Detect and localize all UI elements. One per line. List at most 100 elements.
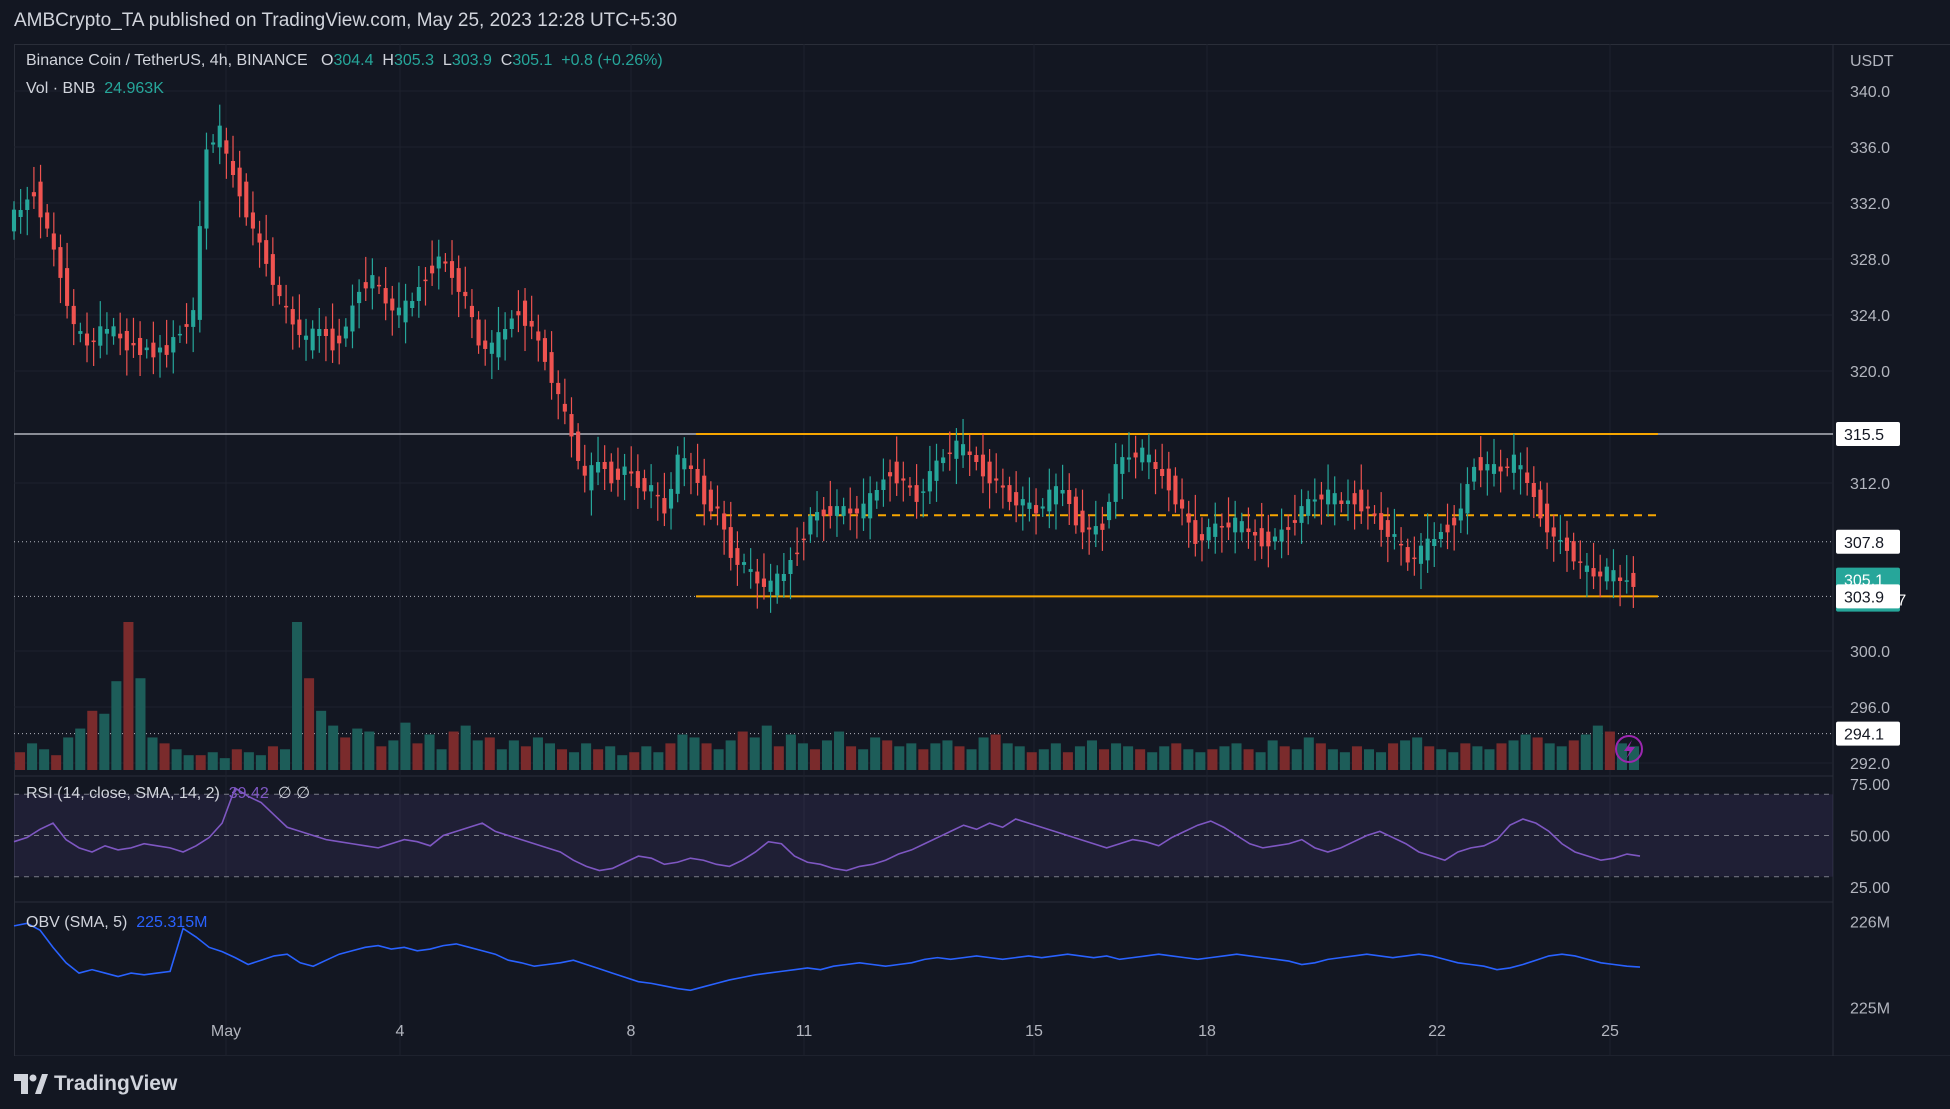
candle-body [1160,469,1165,476]
chart-canvas[interactable]: May 4 8 11 15 18 22 25 340.0 336.0 332.0 328.0 324.0… [0,0,1950,1109]
candle-body [907,485,913,488]
rsi-tick-label: 50.00 [1850,829,1890,846]
candle-body [1213,523,1218,537]
candle-body [1571,541,1576,562]
candle-body [821,509,826,516]
candle-body [1140,447,1145,463]
volume-bar [147,737,158,770]
volume-bar [1159,746,1170,770]
candle-body [615,468,621,480]
candle-body [556,382,561,395]
volume-label[interactable]: Vol · BNB [26,80,95,97]
volume-bar [1460,743,1471,770]
volume-bar [424,734,435,770]
candle-body [1551,527,1556,537]
candle-body [1611,570,1616,582]
volume-bar [641,746,652,770]
rsi-legend[interactable]: RSI (14, close, SMA, 14, 2) 39.42 ∅ ∅ [26,783,310,803]
candle-body [363,282,368,289]
candle-body [1060,490,1065,494]
candle-body [277,284,282,297]
volume-legend[interactable]: Vol · BNB 24.963K [26,80,164,98]
volume-bar [1339,752,1350,770]
candle-body [1345,500,1351,504]
volume-bar [304,678,315,770]
low-label: L [442,52,452,69]
candle-body [284,305,289,308]
candle-body [1100,523,1105,530]
candle-body [569,414,574,437]
candle-body [881,479,886,490]
candle-body [383,288,388,304]
volume-bar [1207,749,1218,770]
candle-body [1525,472,1530,483]
candle-body [144,347,149,351]
candle-body [741,562,747,565]
volume-bar [207,752,218,770]
candle-body [622,466,627,475]
candle-body [941,457,946,464]
volume-bar [918,749,929,770]
volume-bar [906,743,917,770]
volume-bar [1351,746,1362,770]
x-tick-label: 18 [1198,1023,1216,1040]
candle-body [1399,543,1404,546]
volume-bar [520,746,531,770]
symbol-legend[interactable]: Binance Coin / TetherUS, 4h, BINANCE O30… [26,52,663,70]
candle-body [516,311,521,316]
candle-body [1372,513,1377,516]
candle-body [138,337,143,356]
candle-body [722,513,727,530]
volume-bar [761,725,772,770]
obv-tick-label: 226M [1850,915,1890,932]
candle-body [65,268,70,306]
volume-bar [1026,752,1037,770]
candle-body [124,330,129,351]
candle-body [443,261,448,264]
candle-body [1233,517,1238,533]
candle-body [1438,532,1443,539]
rsi-label[interactable]: RSI (14, close, SMA, 14, 2) [26,785,220,802]
volume-bar [966,749,977,770]
symbol-title[interactable]: Binance Coin / TetherUS, 4h, BINANCE [26,52,308,69]
candle-body [1518,465,1523,470]
volume-bar [99,713,110,770]
volume-bar [1267,740,1278,770]
x-tick-label: 8 [627,1023,636,1040]
candle-body [403,300,408,323]
volume-bar [352,728,363,770]
candle-body [1093,526,1098,535]
volume-bar [1363,749,1375,770]
candle-body [1558,540,1563,542]
tradingview-logo[interactable]: TradingView [14,1072,177,1096]
volume-bar [1315,743,1326,770]
candle-body [217,125,222,148]
candle-body [589,465,594,491]
candle-body [1365,506,1370,509]
volume-bar [472,740,483,770]
x-tick-label: 4 [396,1023,405,1040]
obv-legend[interactable]: OBV (SMA, 5) 225.315M [26,914,207,932]
candle-body [71,305,76,325]
volume-bar [1171,743,1182,770]
candle-body [1598,571,1603,577]
candle-body [503,329,508,340]
close-label: C [500,52,513,69]
volume-bar [496,749,507,770]
volume-bar [231,749,242,770]
candle-body [456,268,461,292]
obv-label[interactable]: OBV (SMA, 5) [26,914,127,931]
candle-body [795,552,800,555]
volume-bar [1520,734,1531,770]
high-label: H [382,52,394,69]
candle-body [635,471,640,488]
candle-body [376,284,382,287]
candle-body [171,337,176,353]
open-label: O [320,52,334,69]
volume-bar [460,725,471,770]
candle-body [1047,489,1052,512]
volume-bar [593,749,604,770]
candle-body [1531,483,1536,497]
obv-value: 225.315M [136,914,208,931]
candle-body [303,335,309,340]
